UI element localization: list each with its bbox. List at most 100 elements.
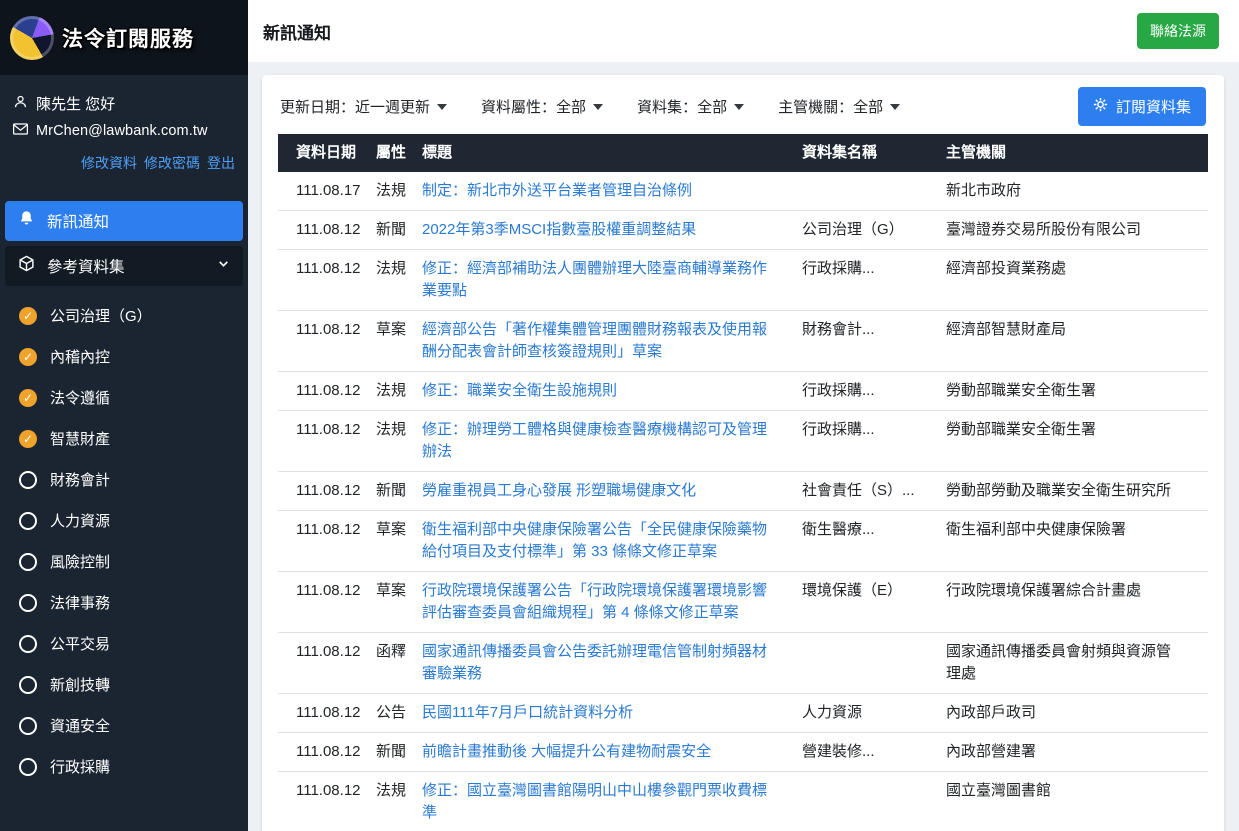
sidebar-category-item[interactable]: 法律事務 (0, 582, 248, 623)
checked-circle-icon: ✓ (19, 307, 37, 325)
row-agency: 勞動部勞動及職業安全衛生研究所 (946, 472, 1198, 510)
table-row: 111.08.12 公告 民國111年7月戶口統計資料分析 人力資源 內政部戶政… (278, 694, 1208, 733)
row-title-link[interactable]: 勞雇重視員工身心發展 形塑職場健康文化 (422, 482, 696, 499)
sidebar-category-item[interactable]: 人力資源 (0, 500, 248, 541)
topbar: 新訊通知 聯絡法源 (248, 0, 1239, 62)
unchecked-circle-icon (19, 635, 37, 653)
row-title-link[interactable]: 衛生福利部中央健康保險署公告「全民健康保險藥物給付項目及支付標準」第 33 條條… (422, 521, 767, 560)
row-title-link[interactable]: 行政院環境保護署公告「行政院環境保護署環境影響評估審查委員會組織規程」第 4 條… (422, 582, 767, 621)
sidebar-category-item[interactable]: 行政採購 (0, 746, 248, 787)
sidebar-item-notifications[interactable]: 新訊通知 (5, 201, 243, 241)
contact-lawbank-button[interactable]: 聯絡法源 (1137, 13, 1219, 49)
unchecked-circle-icon (19, 594, 37, 612)
table-row: 111.08.12 函釋 國家通訊傳播委員會公告委託辦理電信管制射頻器材審驗業務… (278, 633, 1208, 694)
row-title-link[interactable]: 國家通訊傳播委員會公告委託辦理電信管制射頻器材審驗業務 (422, 643, 767, 682)
row-title-link[interactable]: 前瞻計畫推動後 大幅提升公有建物耐震安全 (422, 743, 711, 760)
filter-agency-dropdown[interactable]: 主管機關： 全部 (778, 96, 900, 117)
row-title-link[interactable]: 經濟部公告「著作權集體管理團體財務報表及使用報酬分配表會計師查核簽證規則」草案 (422, 321, 767, 360)
row-attribute: 函釋 (376, 633, 422, 693)
sidebar-category-label: 人力資源 (50, 510, 110, 531)
table-row: 111.08.12 新聞 2022年第3季MSCI指數臺股權重調整結果 公司治理… (278, 211, 1208, 250)
row-agency: 經濟部投資業務處 (946, 250, 1198, 310)
row-agency: 行政院環境保護署綜合計畫處 (946, 572, 1198, 632)
row-date: 111.08.12 (296, 733, 376, 771)
user-greeting: 陳先生 您好 (36, 93, 115, 114)
row-agency: 內政部戶政司 (946, 694, 1198, 732)
caret-down-icon (437, 104, 447, 110)
filter-attribute-dropdown[interactable]: 資料屬性： 全部 (481, 96, 603, 117)
table-row: 111.08.12 草案 行政院環境保護署公告「行政院環境保護署環境影響評估審查… (278, 572, 1208, 633)
sidebar-category-label: 智慧財產 (50, 428, 110, 449)
user-block: 陳先生 您好 MrChen@lawbank.com.tw (0, 75, 248, 139)
row-agency: 臺灣證券交易所股份有限公司 (946, 211, 1198, 249)
row-agency: 經濟部智慧財產局 (946, 311, 1198, 371)
row-title-link[interactable]: 2022年第3季MSCI指數臺股權重調整結果 (422, 221, 696, 238)
row-dataset: 人力資源 (802, 694, 946, 732)
sidebar-item-reference-datasets[interactable]: 參考資料集 (5, 246, 243, 286)
news-card: 更新日期： 近一週更新 資料屬性： 全部 資料集： 全部 主管機關： 全部 (262, 75, 1224, 831)
row-title-link[interactable]: 修正：國立臺灣圖書館陽明山中山樓參觀門票收費標準 (422, 782, 767, 821)
row-attribute: 法規 (376, 250, 422, 310)
filter-dataset-dropdown[interactable]: 資料集： 全部 (637, 96, 744, 117)
row-agency: 新北市政府 (946, 172, 1198, 210)
row-dataset: 衛生醫療... (802, 511, 946, 571)
row-agency: 國立臺灣圖書館 (946, 772, 1198, 831)
row-attribute: 草案 (376, 572, 422, 632)
row-title-link[interactable]: 修正：經濟部補助法人團體辦理大陸臺商輔導業務作業要點 (422, 260, 767, 299)
sidebar-category-item[interactable]: 資通安全 (0, 705, 248, 746)
table-row: 111.08.12 草案 衛生福利部中央健康保險署公告「全民健康保險藥物給付項目… (278, 511, 1208, 572)
sidebar-category-item[interactable]: 風險控制 (0, 541, 248, 582)
row-date: 111.08.12 (296, 572, 376, 632)
sidebar-category-item[interactable]: ✓ 法令遵循 (0, 377, 248, 418)
table-row: 111.08.12 法規 修正：職業安全衛生設施規則 行政採購... 勞動部職業… (278, 372, 1208, 411)
unchecked-circle-icon (19, 471, 37, 489)
checked-circle-icon: ✓ (19, 389, 37, 407)
filter-value: 全部 (556, 96, 586, 117)
caret-down-icon (593, 104, 603, 110)
row-attribute: 法規 (376, 372, 422, 410)
row-title-link[interactable]: 民國111年7月戶口統計資料分析 (422, 704, 633, 721)
filter-label: 資料集： (637, 96, 697, 117)
sidebar-category-item[interactable]: 新創技轉 (0, 664, 248, 705)
filter-label: 資料屬性： (481, 96, 556, 117)
row-date: 111.08.12 (296, 511, 376, 571)
row-title-link[interactable]: 制定：新北市外送平台業者管理自治條例 (422, 182, 692, 199)
row-date: 111.08.12 (296, 633, 376, 693)
sidebar-category-label: 行政採購 (50, 756, 110, 777)
sidebar-item-label: 參考資料集 (47, 255, 125, 277)
sidebar-category-label: 公平交易 (50, 633, 110, 654)
row-dataset (802, 772, 946, 831)
sidebar-category-item[interactable]: ✓ 公司治理（G） (0, 295, 248, 336)
sidebar-category-item[interactable]: ✓ 內稽內控 (0, 336, 248, 377)
change-password-link[interactable]: 修改密碼 (144, 153, 200, 173)
subscribe-datasets-button[interactable]: 訂閱資料集 (1078, 87, 1206, 126)
row-title-link[interactable]: 修正：辦理勞工體格與健康檢查醫療機構認可及管理辦法 (422, 421, 767, 460)
filter-label: 主管機關： (778, 96, 853, 117)
user-email-row: MrChen@lawbank.com.tw (13, 123, 235, 139)
table-row: 111.08.17 法規 制定：新北市外送平台業者管理自治條例 新北市政府 (278, 172, 1208, 211)
row-dataset: 行政採購... (802, 372, 946, 410)
sidebar-nav: 新訊通知 參考資料集 ✓ 公司治理（G） ✓ 內稽內控 ✓ 法令遵循 ✓ 智慧財… (0, 201, 248, 787)
sidebar-category-item[interactable]: 財務會計 (0, 459, 248, 500)
row-attribute: 法規 (376, 772, 422, 831)
sidebar-category-item[interactable]: ✓ 智慧財產 (0, 418, 248, 459)
edit-profile-link[interactable]: 修改資料 (81, 153, 137, 173)
row-date: 111.08.12 (296, 411, 376, 471)
account-links: 修改資料 修改密碼 登出 (0, 148, 248, 173)
column-header-agency: 主管機關 (946, 134, 1198, 172)
row-title-link[interactable]: 修正：職業安全衛生設施規則 (422, 382, 617, 399)
row-date: 111.08.17 (296, 172, 376, 210)
sidebar-category-label: 資通安全 (50, 715, 110, 736)
filter-value: 全部 (697, 96, 727, 117)
news-table-header: 資料日期 屬性 標題 資料集名稱 主管機關 (278, 134, 1208, 172)
logo-icon (10, 16, 54, 60)
logout-link[interactable]: 登出 (207, 153, 235, 173)
sidebar-category-item[interactable]: 公平交易 (0, 623, 248, 664)
table-row: 111.08.12 新聞 前瞻計畫推動後 大幅提升公有建物耐震安全 營建裝修..… (278, 733, 1208, 772)
unchecked-circle-icon (19, 758, 37, 776)
row-agency: 國家通訊傳播委員會射頻與資源管理處 (946, 633, 1198, 693)
sidebar-category-label: 內稽內控 (50, 346, 110, 367)
row-dataset: 公司治理（G） (802, 211, 946, 249)
filter-update-date-dropdown[interactable]: 更新日期： 近一週更新 (280, 96, 447, 117)
row-dataset: 營建裝修... (802, 733, 946, 771)
